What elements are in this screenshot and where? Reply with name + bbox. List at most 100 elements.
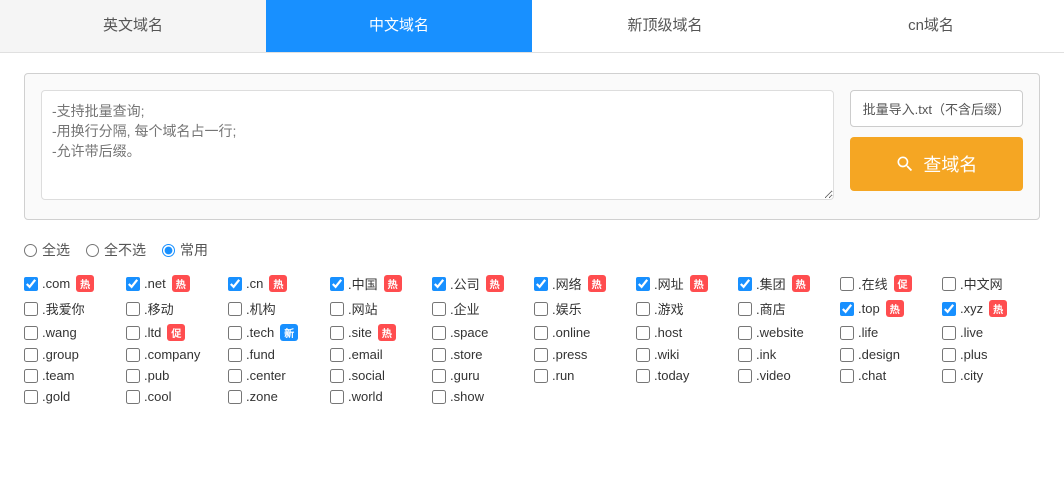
checkbox-zone[interactable] — [228, 390, 242, 404]
checkbox-com[interactable] — [24, 277, 38, 291]
checkbox-wiki[interactable] — [636, 348, 650, 362]
ext-label: .center — [246, 368, 286, 383]
ext-badge: 热 — [269, 275, 287, 292]
checkbox-cool[interactable] — [126, 390, 140, 404]
checkbox-gold[interactable] — [24, 390, 38, 404]
radio-deselect-all[interactable]: 全不选 — [86, 240, 146, 260]
ext-label: .ink — [756, 347, 776, 362]
ext-label: .商店 — [756, 299, 786, 318]
checkbox-company[interactable] — [126, 348, 140, 362]
tab-cn[interactable]: cn域名 — [798, 0, 1064, 52]
checkbox-chat[interactable] — [840, 369, 854, 383]
ext-item: .ltd促 — [126, 324, 224, 341]
checkbox-team[interactable] — [24, 369, 38, 383]
checkbox-run[interactable] — [534, 369, 548, 383]
ext-badge: 热 — [172, 275, 190, 292]
checkbox-host[interactable] — [636, 326, 650, 340]
ext-item: .design — [840, 347, 938, 362]
ext-label: .企业 — [450, 299, 480, 318]
checkbox-design[interactable] — [840, 348, 854, 362]
checkbox-top[interactable] — [840, 302, 854, 316]
checkbox-fund[interactable] — [228, 348, 242, 362]
checkbox-cn[interactable] — [228, 277, 242, 291]
ext-item: .cn热 — [228, 274, 326, 293]
checkbox-企业[interactable] — [432, 302, 446, 316]
checkbox-商店[interactable] — [738, 302, 752, 316]
checkbox-press[interactable] — [534, 348, 548, 362]
ext-item: .social — [330, 368, 428, 383]
checkbox-plus[interactable] — [942, 348, 956, 362]
ext-item: .space — [432, 324, 530, 341]
ext-item: .tech新 — [228, 324, 326, 341]
ext-item: .wang — [24, 324, 122, 341]
checkbox-我爱你[interactable] — [24, 302, 38, 316]
import-button[interactable]: 批量导入.txt（不含后缀） — [850, 90, 1023, 127]
checkbox-tech[interactable] — [228, 326, 242, 340]
checkbox-集团[interactable] — [738, 277, 752, 291]
checkbox-机构[interactable] — [228, 302, 242, 316]
ext-item: .today — [636, 368, 734, 383]
ext-label: .公司 — [450, 274, 480, 293]
checkbox-live[interactable] — [942, 326, 956, 340]
radio-select-all[interactable]: 全选 — [24, 240, 70, 260]
radio-common[interactable]: 常用 — [162, 240, 208, 260]
ext-label: .中国 — [348, 274, 378, 293]
checkbox-social[interactable] — [330, 369, 344, 383]
checkbox-pub[interactable] — [126, 369, 140, 383]
ext-item: .游戏 — [636, 299, 734, 318]
checkbox-today[interactable] — [636, 369, 650, 383]
tab-chinese[interactable]: 中文域名 — [266, 0, 532, 52]
ext-label: .gold — [42, 389, 70, 404]
ext-item: .top热 — [840, 299, 938, 318]
checkbox-在线[interactable] — [840, 277, 854, 291]
checkbox-email[interactable] — [330, 348, 344, 362]
ext-badge: 促 — [167, 324, 185, 341]
ext-badge: 热 — [76, 275, 94, 292]
checkbox-site[interactable] — [330, 326, 344, 340]
ext-item: .wiki — [636, 347, 734, 362]
domain-input[interactable] — [41, 90, 834, 200]
checkbox-online[interactable] — [534, 326, 548, 340]
checkbox-娱乐[interactable] — [534, 302, 548, 316]
checkbox-group[interactable] — [24, 348, 38, 362]
checkbox-游戏[interactable] — [636, 302, 650, 316]
checkbox-网络[interactable] — [534, 277, 548, 291]
checkbox-center[interactable] — [228, 369, 242, 383]
ext-label: .store — [450, 347, 483, 362]
ext-item: .group — [24, 347, 122, 362]
ext-item: .live — [942, 324, 1040, 341]
ext-item: .网址热 — [636, 274, 734, 293]
checkbox-中文网[interactable] — [942, 277, 956, 291]
checkbox-world[interactable] — [330, 390, 344, 404]
checkbox-中国[interactable] — [330, 277, 344, 291]
checkbox-网址[interactable] — [636, 277, 650, 291]
checkbox-公司[interactable] — [432, 277, 446, 291]
common-label: 常用 — [180, 240, 208, 260]
ext-item: .网络热 — [534, 274, 632, 293]
checkbox-website[interactable] — [738, 326, 752, 340]
ext-label: .集团 — [756, 274, 786, 293]
checkbox-wang[interactable] — [24, 326, 38, 340]
ext-label: .网络 — [552, 274, 582, 293]
checkbox-video[interactable] — [738, 369, 752, 383]
search-button[interactable]: 查域名 — [850, 137, 1023, 191]
tab-english[interactable]: 英文域名 — [0, 0, 266, 52]
ext-label: .com — [42, 276, 70, 291]
checkbox-移动[interactable] — [126, 302, 140, 316]
checkbox-show[interactable] — [432, 390, 446, 404]
select-all-label: 全选 — [42, 240, 70, 260]
checkbox-space[interactable] — [432, 326, 446, 340]
checkbox-guru[interactable] — [432, 369, 446, 383]
checkbox-city[interactable] — [942, 369, 956, 383]
checkbox-网站[interactable] — [330, 302, 344, 316]
checkbox-xyz[interactable] — [942, 302, 956, 316]
checkbox-net[interactable] — [126, 277, 140, 291]
search-btn-label: 查域名 — [923, 151, 977, 177]
tab-new-tld[interactable]: 新顶级域名 — [532, 0, 798, 52]
ext-item: .run — [534, 368, 632, 383]
checkbox-ltd[interactable] — [126, 326, 140, 340]
checkbox-ink[interactable] — [738, 348, 752, 362]
checkbox-store[interactable] — [432, 348, 446, 362]
ext-item: .我爱你 — [24, 299, 122, 318]
checkbox-life[interactable] — [840, 326, 854, 340]
